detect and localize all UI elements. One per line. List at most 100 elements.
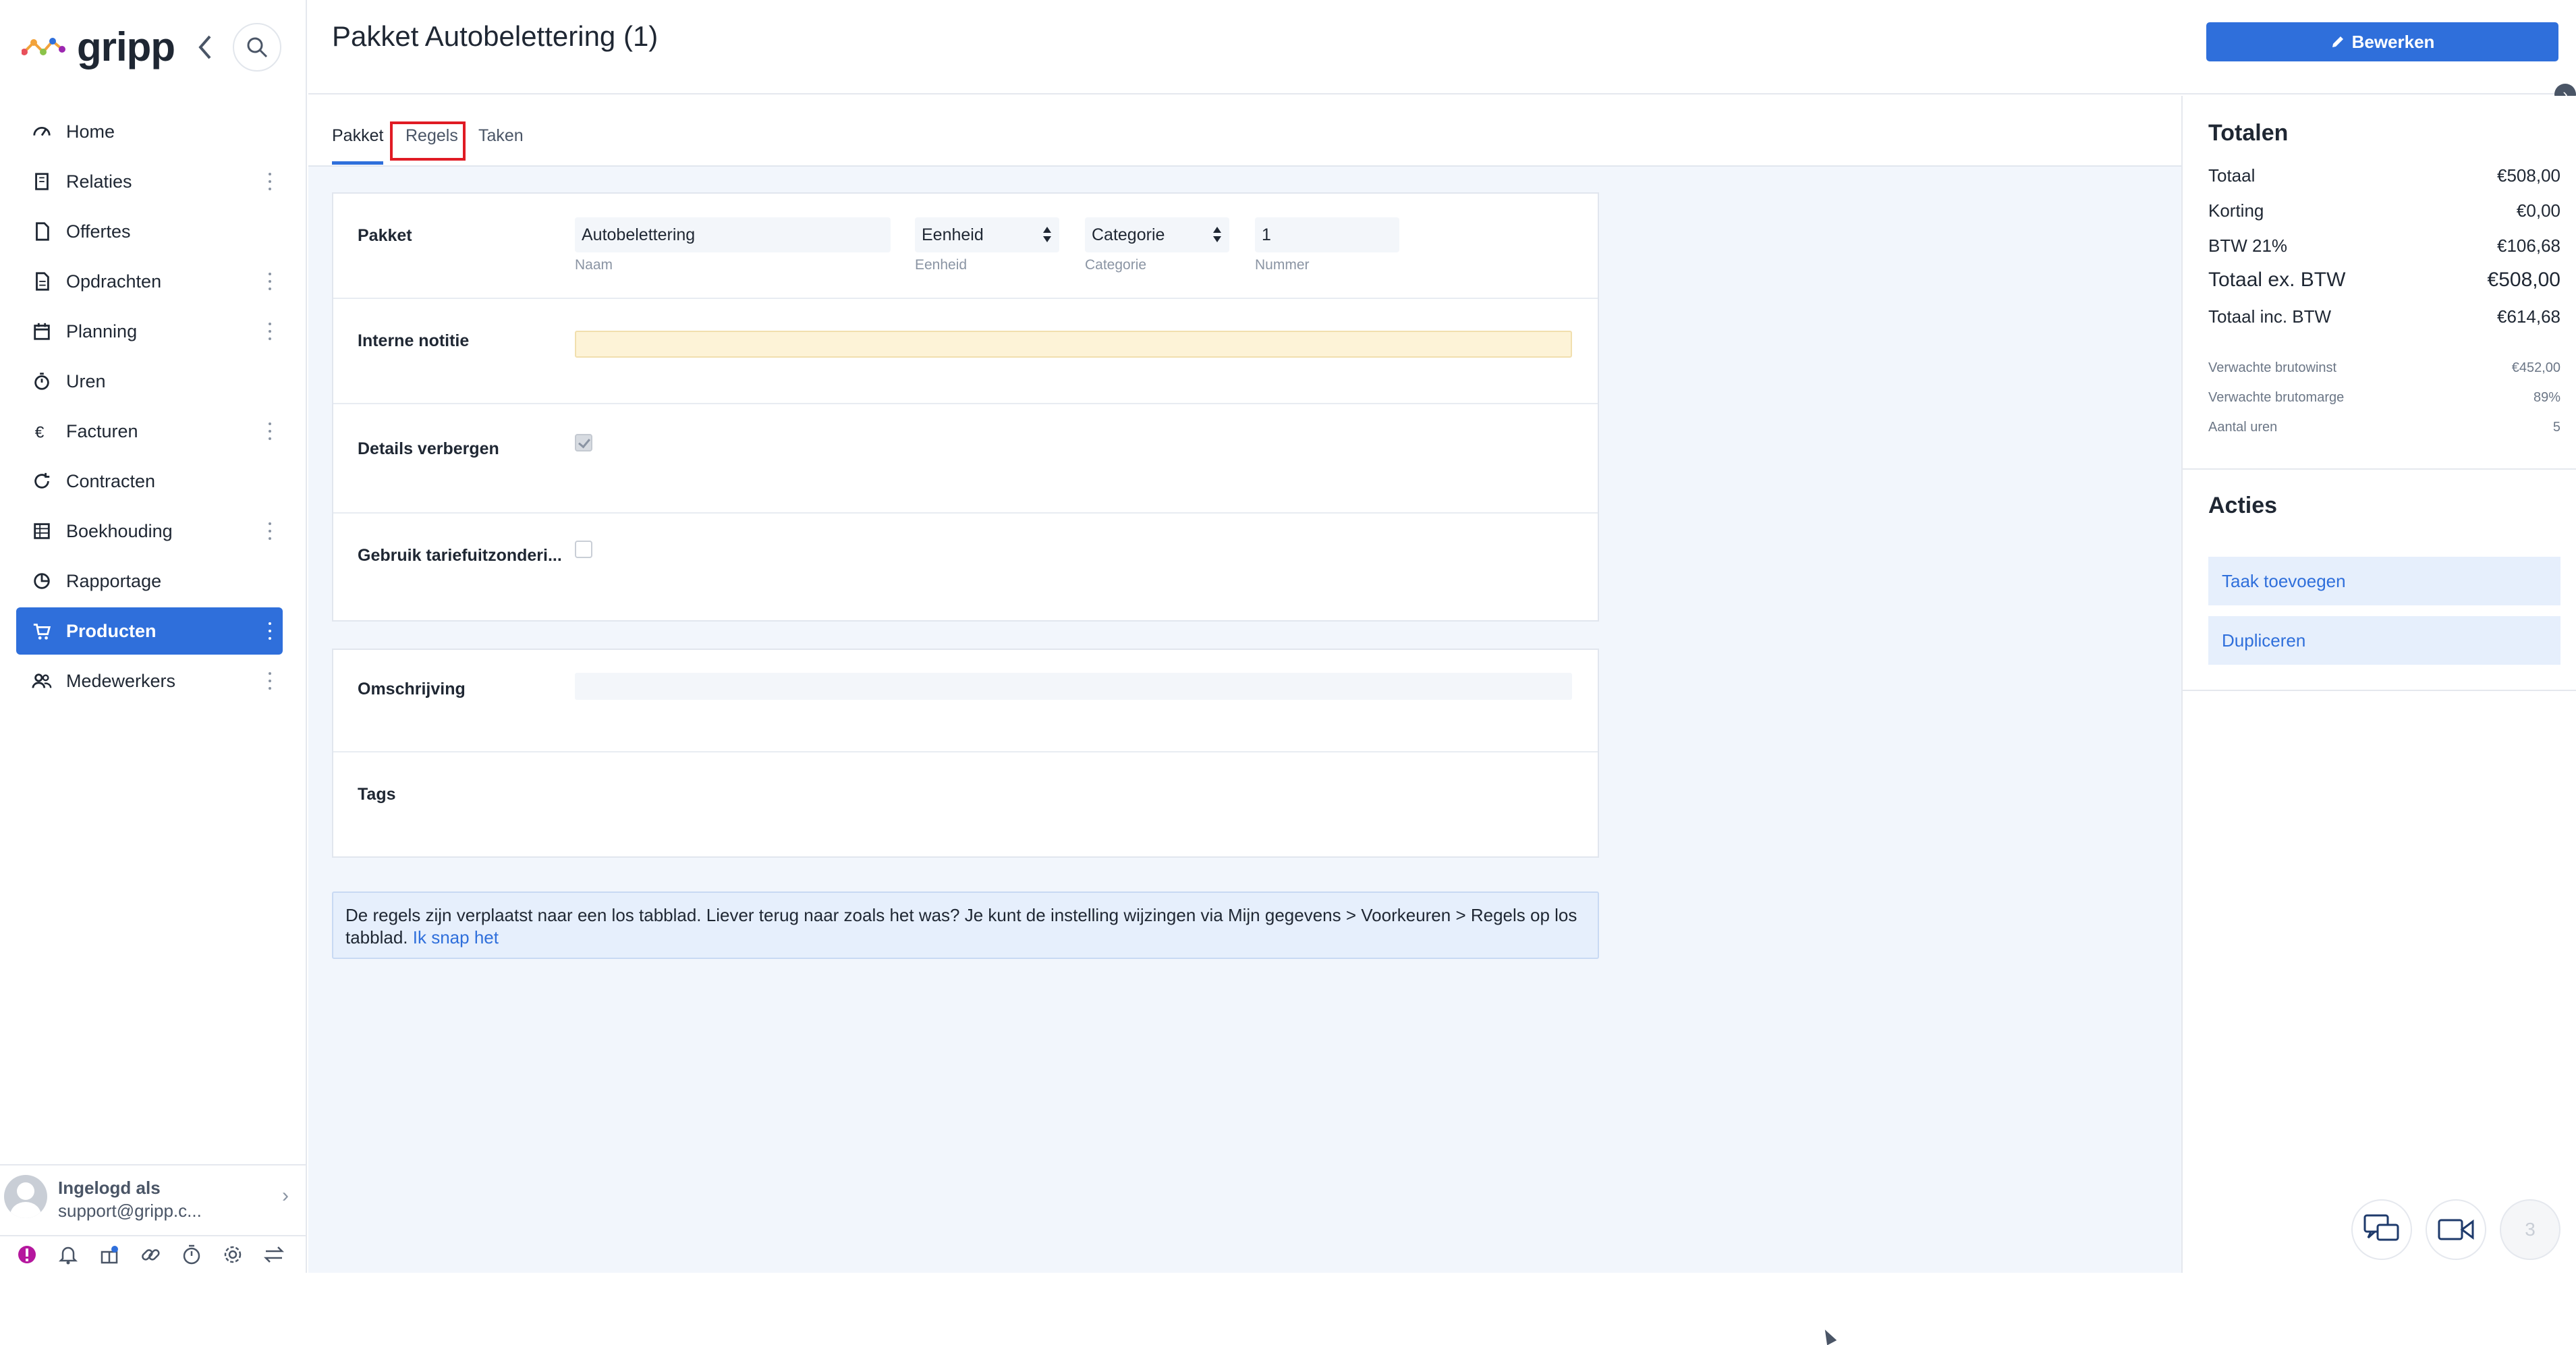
regels-tab-highlight bbox=[390, 121, 466, 161]
sidebar-item-opdrachten[interactable]: Opdrachten bbox=[16, 258, 283, 305]
page-title: Pakket Autobelettering (1) bbox=[332, 20, 659, 52]
totals-row-value: €508,00 bbox=[2497, 165, 2560, 186]
link-icon[interactable] bbox=[136, 1240, 165, 1269]
user-box[interactable]: Ingelogd als support@gripp.c... › bbox=[0, 1164, 307, 1232]
notice-dismiss-link[interactable]: Ik snap het bbox=[413, 927, 499, 948]
add-task-action[interactable]: Taak toevoegen bbox=[2208, 557, 2560, 605]
sidebar-item-relaties[interactable]: Relaties bbox=[16, 158, 283, 205]
main-content: Pakket Regels Taken Pakket Autobeletteri… bbox=[308, 96, 2181, 1345]
panel-divider bbox=[2183, 468, 2576, 470]
duplicate-action[interactable]: Dupliceren bbox=[2208, 616, 2560, 665]
row-details-verbergen: Details verbergen bbox=[333, 404, 1598, 514]
tab-taken[interactable]: Taken bbox=[478, 126, 524, 146]
internal-note-field[interactable] bbox=[575, 331, 1572, 358]
sidebar-item-medewerkers[interactable]: Medewerkers bbox=[16, 657, 283, 705]
sidebar-item-label: Boekhouding bbox=[66, 520, 173, 541]
user-email: support@gripp.c... bbox=[58, 1201, 202, 1221]
gift-icon[interactable] bbox=[94, 1240, 124, 1269]
stat-row: Verwachte brutowinst €452,00 bbox=[2208, 360, 2560, 376]
hide-details-checkbox[interactable] bbox=[575, 434, 592, 451]
category-select-value: Categorie bbox=[1092, 225, 1165, 244]
row-interne-notitie: Interne notitie bbox=[333, 299, 1598, 404]
totals-row: BTW 21% €106,68 bbox=[2208, 236, 2560, 256]
sidebar-item-label: Relaties bbox=[66, 171, 132, 192]
sidebar-item-label: Home bbox=[66, 121, 115, 142]
sidebar-item-uren[interactable]: Uren bbox=[16, 358, 283, 405]
totals-row-value: €508,00 bbox=[2487, 269, 2560, 291]
category-select[interactable]: Categorie bbox=[1085, 217, 1229, 252]
video-button[interactable] bbox=[2426, 1199, 2486, 1260]
euro-icon: € bbox=[31, 420, 53, 442]
sidebar-item-label: Uren bbox=[66, 370, 106, 391]
description-field[interactable] bbox=[575, 673, 1572, 700]
timer-icon[interactable] bbox=[177, 1240, 206, 1269]
info-notice: De regels zijn verplaatst naar een los t… bbox=[332, 891, 1599, 959]
edit-button[interactable]: Bewerken bbox=[2206, 22, 2558, 61]
row-tags: Tags bbox=[333, 752, 1598, 858]
rate-exception-checkbox[interactable] bbox=[575, 541, 592, 558]
totals-row-value: €614,68 bbox=[2497, 306, 2560, 327]
internal-note-label: Interne notitie bbox=[358, 331, 470, 350]
alert-icon[interactable] bbox=[12, 1240, 42, 1269]
sidebar-item-producten[interactable]: Producten bbox=[16, 607, 283, 655]
more-vertical-icon[interactable] bbox=[267, 622, 273, 640]
name-field[interactable]: Autobelettering bbox=[575, 217, 891, 252]
number-field[interactable]: 1 bbox=[1255, 217, 1399, 252]
video-camera-icon bbox=[2438, 1219, 2474, 1240]
stat-row: Verwachte brutomarge 89% bbox=[2208, 390, 2560, 406]
mouse-cursor-icon bbox=[1820, 1327, 1837, 1345]
logo-mark-icon bbox=[22, 38, 65, 55]
more-vertical-icon[interactable] bbox=[267, 173, 273, 190]
category-sublabel: Categorie bbox=[1085, 257, 1147, 273]
sidebar-item-label: Contracten bbox=[66, 470, 156, 491]
tab-pakket[interactable]: Pakket bbox=[332, 126, 383, 146]
panel-divider bbox=[2183, 690, 2576, 691]
sidebar-item-boekhouding[interactable]: Boekhouding bbox=[16, 507, 283, 555]
settings-gear-icon[interactable] bbox=[218, 1240, 248, 1269]
sidebar-item-offertes[interactable]: Offertes bbox=[16, 208, 283, 255]
more-vertical-icon[interactable] bbox=[267, 273, 273, 290]
switch-arrows-icon[interactable] bbox=[259, 1240, 289, 1269]
sidebar-item-label: Planning bbox=[66, 321, 138, 341]
totals-row-label: Totaal bbox=[2208, 165, 2256, 186]
totals-row-value: €0,00 bbox=[2516, 200, 2560, 221]
sidebar-item-label: Facturen bbox=[66, 420, 138, 441]
row-pakket: Pakket Autobelettering Naam Eenheid Eenh… bbox=[333, 194, 1598, 299]
sidebar-item-planning[interactable]: Planning bbox=[16, 308, 283, 355]
totals-row-label: Totaal inc. BTW bbox=[2208, 306, 2332, 327]
gripp-logo[interactable]: gripp bbox=[22, 23, 175, 70]
row-omschrijving: Omschrijving bbox=[333, 650, 1598, 752]
collapse-sidebar-button[interactable] bbox=[192, 30, 219, 65]
sidebar: gripp Home Relaties Offertes Opdrachten Plan… bbox=[0, 0, 307, 1273]
more-vertical-icon[interactable] bbox=[267, 422, 273, 440]
unit-select-value: Eenheid bbox=[922, 225, 984, 244]
more-vertical-icon[interactable] bbox=[267, 672, 273, 690]
description-card: Omschrijving Tags bbox=[332, 649, 1599, 858]
tags-field[interactable] bbox=[575, 773, 1572, 813]
logo-row: gripp bbox=[0, 0, 307, 94]
sidebar-item-facturen[interactable]: € Facturen bbox=[16, 408, 283, 455]
stat-label: Aantal uren bbox=[2208, 420, 2278, 435]
sidebar-item-contracten[interactable]: Contracten bbox=[16, 458, 283, 505]
search-button[interactable] bbox=[233, 23, 281, 72]
badge-count: 3 bbox=[2525, 1219, 2536, 1240]
chat-button[interactable] bbox=[2351, 1199, 2412, 1260]
totals-row: Korting €0,00 bbox=[2208, 200, 2560, 221]
right-panel: Totalen Totaal €508,00 Korting €0,00 BTW… bbox=[2181, 96, 2576, 1273]
sidebar-item-label: Offertes bbox=[66, 221, 131, 242]
more-vertical-icon[interactable] bbox=[267, 522, 273, 540]
rate-exception-label: Gebruik tariefuitzonderi... bbox=[358, 546, 562, 565]
product-details-card: Pakket Autobelettering Naam Eenheid Eenh… bbox=[332, 192, 1599, 622]
page-header: Pakket Autobelettering (1) Bewerken › bbox=[308, 0, 2576, 105]
floating-buttons: 3 bbox=[2351, 1199, 2567, 1263]
totals-row: Totaal ex. BTW €508,00 bbox=[2208, 269, 2560, 292]
notifications-badge-button[interactable]: 3 bbox=[2500, 1199, 2560, 1260]
bottom-toolbar bbox=[0, 1235, 307, 1273]
sidebar-item-rapportage[interactable]: Rapportage bbox=[16, 557, 283, 605]
sidebar-item-home[interactable]: Home bbox=[16, 108, 283, 155]
unit-select[interactable]: Eenheid bbox=[915, 217, 1059, 252]
more-vertical-icon[interactable] bbox=[267, 323, 273, 340]
bell-icon[interactable] bbox=[53, 1240, 83, 1269]
table-icon bbox=[31, 520, 53, 542]
file-icon bbox=[31, 221, 53, 242]
